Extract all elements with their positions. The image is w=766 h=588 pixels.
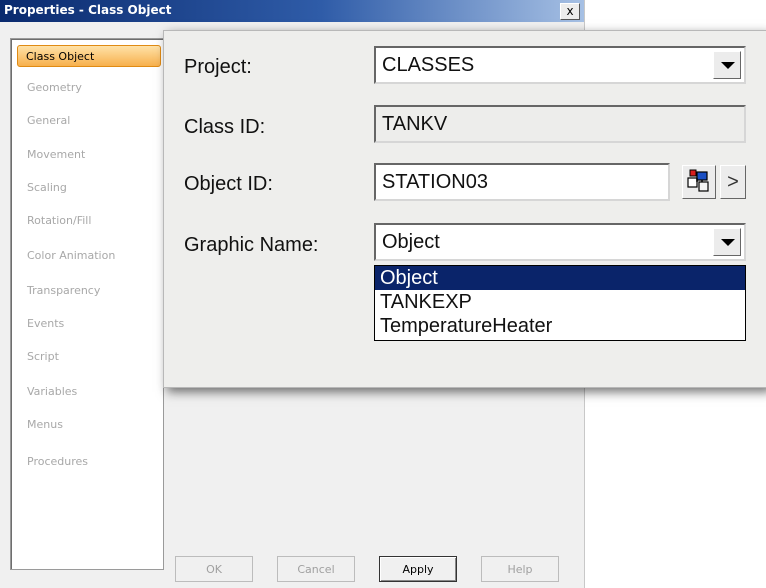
- nav-item-movement[interactable]: Movement: [19, 144, 159, 166]
- graphic-name-dropdown-list[interactable]: Object TANKEXP TemperatureHeater: [374, 265, 746, 341]
- class-id-value: TANKV: [382, 113, 448, 135]
- object-id-label: Object ID:: [184, 173, 273, 195]
- window-title: Properties - Class Object: [4, 3, 172, 17]
- graphic-name-select[interactable]: Object: [374, 223, 746, 261]
- class-id-label: Class ID:: [184, 116, 266, 138]
- class-id-field: TANKV: [374, 105, 746, 143]
- project-value: CLASSES: [382, 54, 475, 76]
- nav-item-rotation-fill[interactable]: Rotation/Fill: [19, 210, 159, 232]
- graphic-option-temperatureheater[interactable]: TemperatureHeater: [375, 314, 745, 338]
- chevron-down-icon[interactable]: [713, 228, 741, 256]
- chevron-down-icon[interactable]: [713, 51, 741, 79]
- object-id-input[interactable]: STATION03: [374, 163, 670, 201]
- cancel-button[interactable]: Cancel: [277, 556, 355, 582]
- object-id-value: STATION03: [382, 171, 488, 193]
- nav-item-general[interactable]: General: [19, 110, 159, 132]
- nav-item-geometry[interactable]: Geometry: [19, 77, 159, 99]
- project-select[interactable]: CLASSES: [374, 46, 746, 84]
- class-object-panel: Project: CLASSES Class ID: TANKV Object …: [163, 30, 766, 388]
- object-picker-icon: [687, 169, 709, 192]
- ok-button[interactable]: OK: [175, 556, 253, 582]
- apply-button[interactable]: Apply: [379, 556, 457, 582]
- nav-item-scaling[interactable]: Scaling: [19, 177, 159, 199]
- nav-item-script[interactable]: Script: [19, 346, 159, 368]
- nav-item-procedures[interactable]: Procedures: [19, 451, 159, 473]
- help-button[interactable]: Help: [481, 556, 559, 582]
- graphic-option-tankexp[interactable]: TANKEXP: [375, 290, 745, 314]
- nav-item-events[interactable]: Events: [19, 313, 159, 335]
- nav-item-menus[interactable]: Menus: [19, 414, 159, 436]
- nav-item-transparency[interactable]: Transparency: [19, 280, 159, 302]
- graphic-option-object[interactable]: Object: [375, 266, 745, 290]
- nav-item-color-animation[interactable]: Color Animation: [19, 245, 159, 267]
- nav-item-variables[interactable]: Variables: [19, 381, 159, 403]
- object-picker-button[interactable]: [682, 165, 716, 199]
- graphic-name-label: Graphic Name:: [184, 234, 319, 256]
- object-browse-button[interactable]: >: [720, 165, 746, 199]
- graphic-name-value: Object: [382, 231, 440, 253]
- property-nav: Class Object Geometry General Movement S…: [10, 38, 164, 570]
- title-bar[interactable]: Properties - Class Object x: [0, 0, 584, 22]
- project-label: Project:: [184, 56, 252, 78]
- close-button[interactable]: x: [560, 3, 580, 20]
- nav-item-class-object[interactable]: Class Object: [17, 45, 161, 67]
